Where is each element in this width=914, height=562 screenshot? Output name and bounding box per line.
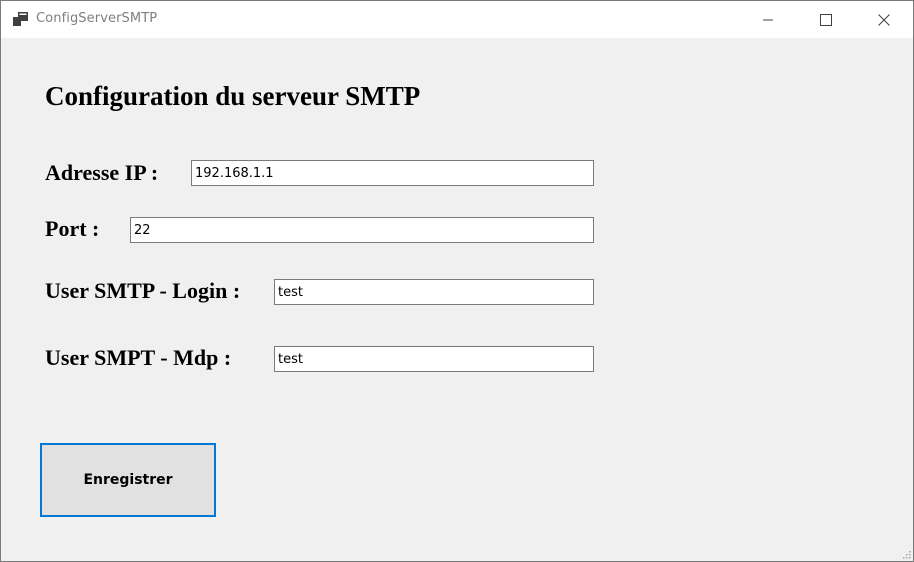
minimize-button[interactable]	[739, 1, 797, 38]
app-window: ConfigServerSMTP Configuration du serveu…	[0, 0, 914, 562]
smtp-login-input[interactable]	[274, 279, 594, 305]
maximize-button[interactable]	[797, 1, 855, 38]
window-title: ConfigServerSMTP	[36, 11, 158, 26]
close-icon	[878, 13, 890, 26]
maximize-icon	[820, 13, 832, 26]
minimize-icon	[763, 19, 773, 20]
smtp-password-input[interactable]	[274, 346, 594, 372]
title-bar[interactable]: ConfigServerSMTP	[1, 1, 913, 38]
mdp-label: User SMPT - Mdp :	[45, 345, 232, 370]
login-label: User SMTP - Login :	[45, 278, 241, 303]
resize-grip-icon[interactable]	[901, 549, 911, 559]
port-input[interactable]	[130, 217, 594, 243]
save-button[interactable]: Enregistrer	[40, 443, 216, 517]
port-label: Port :	[45, 216, 100, 241]
form-heading: Configuration du serveur SMTP	[45, 81, 421, 111]
close-button[interactable]	[855, 1, 913, 38]
ip-address-input[interactable]	[191, 160, 594, 186]
ip-label: Adresse IP :	[45, 160, 159, 185]
app-windows-icon	[13, 12, 28, 26]
